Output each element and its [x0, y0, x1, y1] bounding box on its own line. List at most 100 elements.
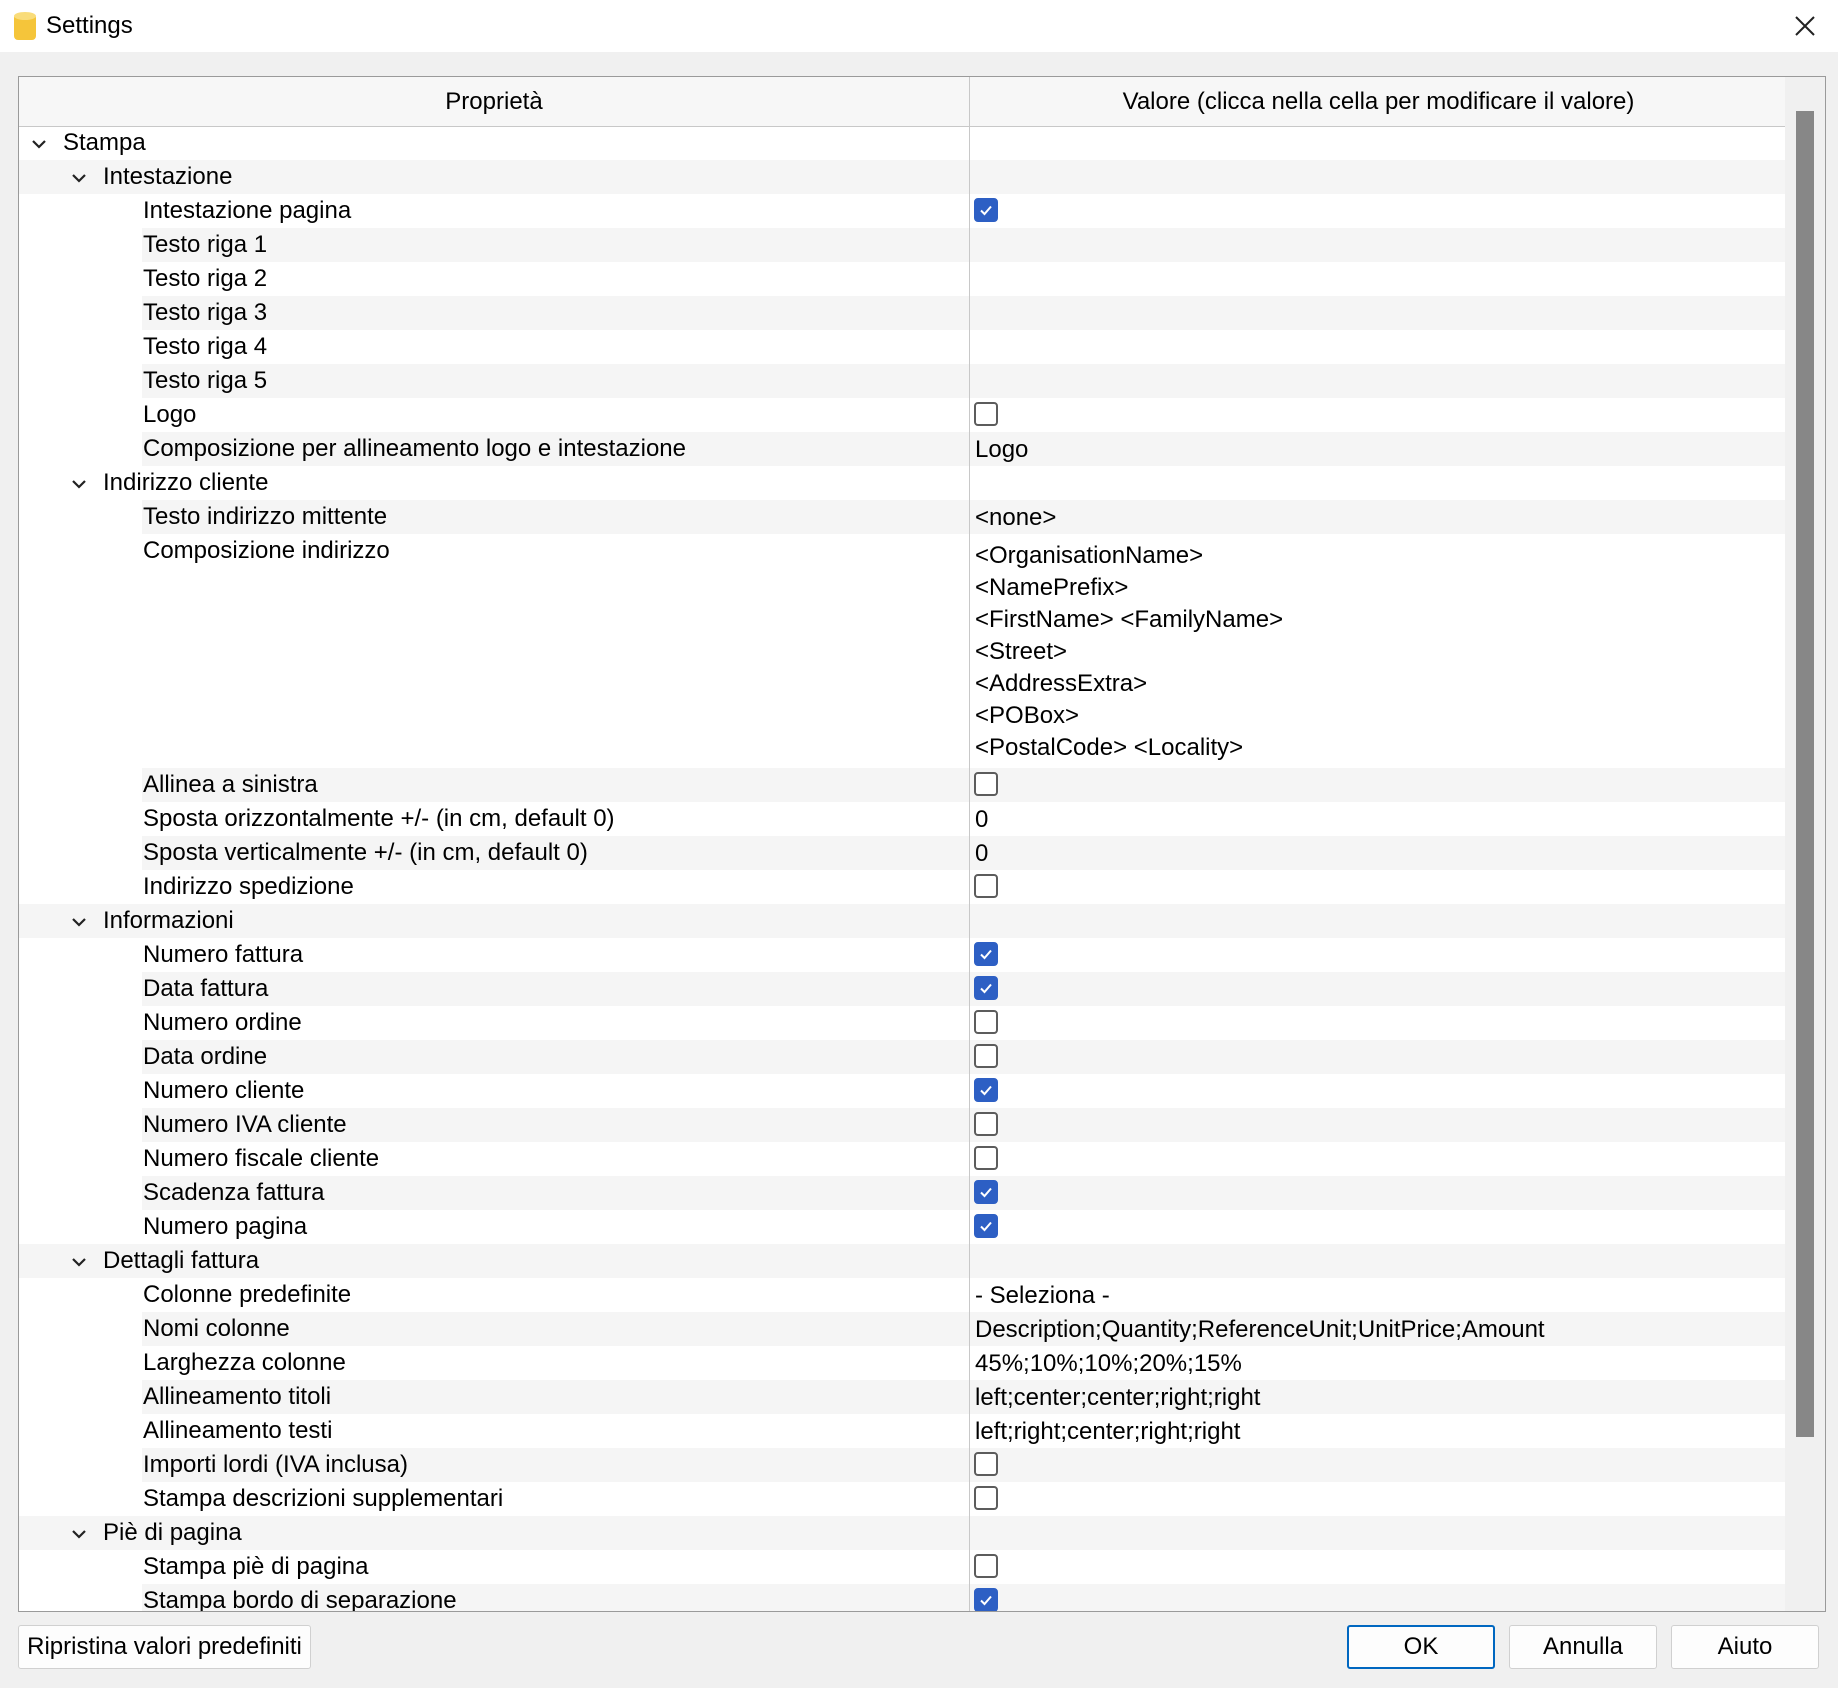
value-cell[interactable]	[970, 1142, 1787, 1176]
value-cell[interactable]	[970, 228, 1787, 262]
value-cell[interactable]: 45%;10%;10%;20%;15%	[970, 1346, 1787, 1380]
property-cell[interactable]: Allineamento testi	[19, 1414, 970, 1448]
property-row[interactable]: Testo riga 5	[19, 364, 1787, 398]
value-cell[interactable]	[970, 972, 1787, 1006]
value-cell[interactable]	[970, 1074, 1787, 1108]
value-cell[interactable]	[970, 330, 1787, 364]
property-cell[interactable]: Logo	[19, 398, 970, 432]
value-cell[interactable]	[970, 1176, 1787, 1210]
property-row[interactable]: Colonne predefinite - Seleziona -	[19, 1278, 1787, 1312]
checkbox-checked[interactable]	[974, 198, 998, 222]
help-button[interactable]: Aiuto	[1671, 1625, 1819, 1669]
property-cell[interactable]: Testo riga 2	[19, 262, 970, 296]
property-cell[interactable]: Testo riga 4	[19, 330, 970, 364]
property-value[interactable]: - Seleziona -	[975, 1282, 1110, 1310]
property-cell[interactable]: Nomi colonne	[19, 1312, 970, 1346]
value-cell[interactable]: left;center;center;right;right	[970, 1380, 1787, 1414]
property-cell[interactable]: Testo riga 3	[19, 296, 970, 330]
property-cell[interactable]: Indirizzo spedizione	[19, 870, 970, 904]
value-cell[interactable]	[970, 364, 1787, 398]
chevron-down-icon[interactable]	[69, 911, 89, 931]
property-cell[interactable]: Testo riga 5	[19, 364, 970, 398]
property-row[interactable]: Numero pagina	[19, 1210, 1787, 1244]
property-cell[interactable]: Scadenza fattura	[19, 1176, 970, 1210]
checkbox-unchecked[interactable]	[974, 772, 998, 796]
property-cell[interactable]: Composizione per allineamento logo e int…	[19, 432, 970, 466]
property-value[interactable]: Description;Quantity;ReferenceUnit;UnitP…	[975, 1316, 1545, 1344]
value-cell[interactable]	[970, 1040, 1787, 1074]
property-value[interactable]: Logo	[975, 436, 1028, 464]
value-cell[interactable]: left;right;center;right;right	[970, 1414, 1787, 1448]
checkbox-checked[interactable]	[974, 1214, 998, 1238]
property-cell[interactable]: Indirizzo cliente	[19, 466, 970, 500]
checkbox-unchecked[interactable]	[974, 1452, 998, 1476]
tree-group-row[interactable]: Intestazione	[19, 160, 1787, 194]
value-cell[interactable]: 0	[970, 802, 1787, 836]
property-row[interactable]: Stampa descrizioni supplementari	[19, 1482, 1787, 1516]
property-row[interactable]: Testo riga 1	[19, 228, 1787, 262]
checkbox-checked[interactable]	[974, 1078, 998, 1102]
property-cell[interactable]: Colonne predefinite	[19, 1278, 970, 1312]
property-cell[interactable]: Numero cliente	[19, 1074, 970, 1108]
property-row[interactable]: Numero IVA cliente	[19, 1108, 1787, 1142]
vertical-scrollbar[interactable]	[1785, 77, 1825, 1611]
property-row[interactable]: Allinea a sinistra	[19, 768, 1787, 802]
chevron-down-icon[interactable]	[69, 1523, 89, 1543]
property-row[interactable]: Testo indirizzo mittente <none>	[19, 500, 1787, 534]
property-cell[interactable]: Stampa	[19, 126, 970, 160]
value-cell[interactable]	[970, 1210, 1787, 1244]
property-cell[interactable]: Stampa bordo di separazione	[19, 1584, 970, 1611]
property-value[interactable]: 45%;10%;10%;20%;15%	[975, 1350, 1242, 1378]
property-row[interactable]: Allineamento testi left;right;center;righ…	[19, 1414, 1787, 1448]
property-cell[interactable]: Numero fattura	[19, 938, 970, 972]
property-row[interactable]: Indirizzo spedizione	[19, 870, 1787, 904]
property-cell[interactable]: Testo riga 1	[19, 228, 970, 262]
property-cell[interactable]: Piè di pagina	[19, 1516, 970, 1550]
value-cell[interactable]	[970, 194, 1787, 228]
value-cell[interactable]	[970, 1448, 1787, 1482]
value-cell[interactable]	[970, 398, 1787, 432]
close-button[interactable]	[1772, 0, 1838, 52]
property-row[interactable]: Stampa bordo di separazione	[19, 1584, 1787, 1611]
chevron-down-icon[interactable]	[69, 473, 89, 493]
property-cell[interactable]: Informazioni	[19, 904, 970, 938]
property-row[interactable]: Sposta orizzontalmente +/- (in cm, defau…	[19, 802, 1787, 836]
checkbox-checked[interactable]	[974, 1180, 998, 1204]
property-cell[interactable]: Stampa piè di pagina	[19, 1550, 970, 1584]
property-cell[interactable]: Sposta verticalmente +/- (in cm, default…	[19, 836, 970, 870]
property-row[interactable]: Larghezza colonne 45%;10%;10%;20%;15%	[19, 1346, 1787, 1380]
reset-defaults-button[interactable]: Ripristina valori predefiniti	[18, 1625, 311, 1669]
checkbox-unchecked[interactable]	[974, 1010, 998, 1034]
value-cell[interactable]: 0	[970, 836, 1787, 870]
checkbox-unchecked[interactable]	[974, 1486, 998, 1510]
property-row[interactable]: Importi lordi (IVA inclusa)	[19, 1448, 1787, 1482]
checkbox-unchecked[interactable]	[974, 1044, 998, 1068]
chevron-down-icon[interactable]	[69, 1251, 89, 1271]
property-value-multiline[interactable]: <OrganisationName> <NamePrefix> <FirstName…	[975, 540, 1283, 764]
checkbox-unchecked[interactable]	[974, 1146, 998, 1170]
property-value[interactable]: 0	[975, 806, 988, 834]
tree-group-row[interactable]: Informazioni	[19, 904, 1787, 938]
checkbox-checked[interactable]	[974, 976, 998, 1000]
property-row[interactable]: Composizione indirizzo <OrganisationName>…	[19, 534, 1787, 768]
checkbox-checked[interactable]	[974, 1588, 998, 1611]
property-row[interactable]: Numero fiscale cliente	[19, 1142, 1787, 1176]
property-cell[interactable]: Numero fiscale cliente	[19, 1142, 970, 1176]
column-header-property[interactable]: Proprietà	[19, 77, 970, 126]
tree-group-row[interactable]: Stampa	[19, 126, 1787, 160]
property-row[interactable]: Stampa piè di pagina	[19, 1550, 1787, 1584]
checkbox-unchecked[interactable]	[974, 1112, 998, 1136]
property-cell[interactable]: Stampa descrizioni supplementari	[19, 1482, 970, 1516]
value-cell[interactable]: <OrganisationName> <NamePrefix> <FirstName…	[970, 534, 1787, 768]
property-value[interactable]: <none>	[975, 504, 1056, 532]
property-cell[interactable]: Dettagli fattura	[19, 1244, 970, 1278]
chevron-down-icon[interactable]	[69, 167, 89, 187]
scrollbar-thumb[interactable]	[1796, 111, 1814, 1437]
property-row[interactable]: Sposta verticalmente +/- (in cm, default…	[19, 836, 1787, 870]
cancel-button[interactable]: Annulla	[1509, 1625, 1657, 1669]
property-row[interactable]: Intestazione pagina	[19, 194, 1787, 228]
property-row[interactable]: Allineamento titoli left;center;center;ri…	[19, 1380, 1787, 1414]
property-cell[interactable]: Composizione indirizzo	[19, 534, 970, 768]
value-cell[interactable]	[970, 1482, 1787, 1516]
property-row[interactable]: Scadenza fattura	[19, 1176, 1787, 1210]
